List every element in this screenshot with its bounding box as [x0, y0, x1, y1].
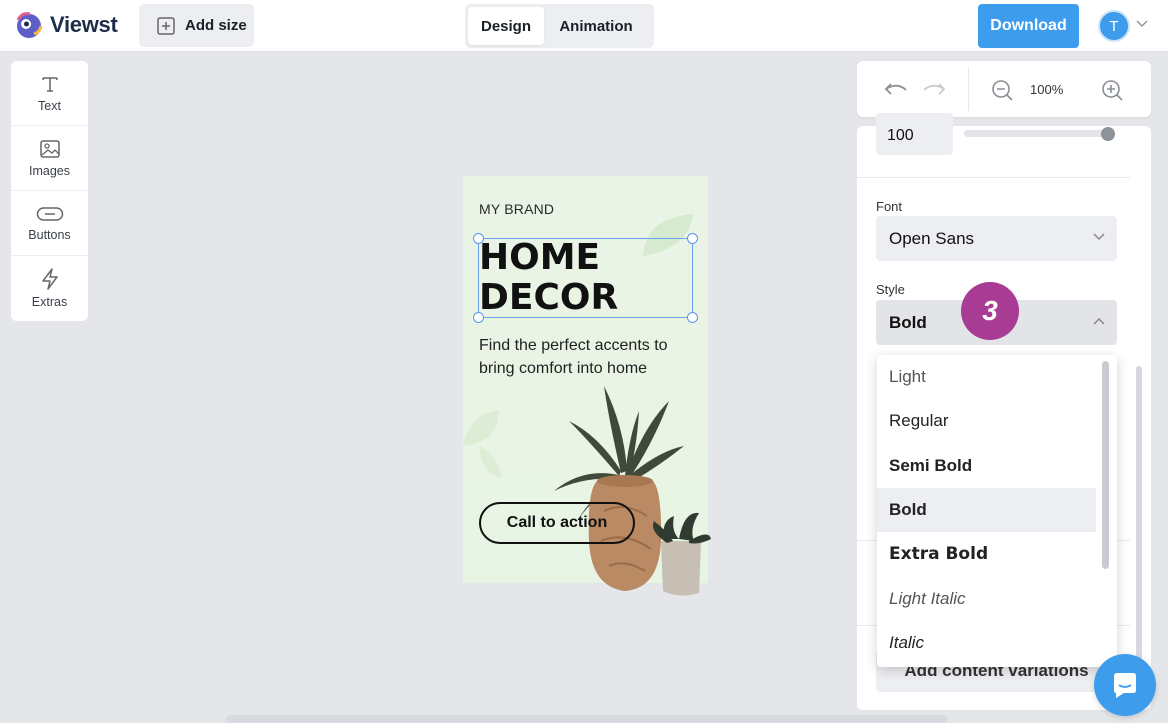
- undo-icon[interactable]: [883, 80, 909, 98]
- cta-button[interactable]: Call to action: [479, 502, 635, 544]
- opacity-input[interactable]: 100: [876, 113, 953, 155]
- horizontal-scrollbar[interactable]: [226, 715, 948, 723]
- artboard[interactable]: MY BRAND HOME DECOR Find the perfect acc…: [463, 176, 711, 596]
- style-option-italic[interactable]: Italic: [877, 621, 1096, 665]
- tool-buttons[interactable]: Buttons: [11, 191, 88, 256]
- lightning-icon: [41, 268, 58, 290]
- viewst-logo-icon: [16, 12, 43, 38]
- font-select[interactable]: Open Sans: [876, 216, 1117, 261]
- opacity-slider[interactable]: [964, 130, 1114, 137]
- app-logo[interactable]: Viewst: [14, 10, 118, 40]
- style-option-extra-bold[interactable]: Extra Bold: [877, 532, 1096, 576]
- tool-text-label: Text: [38, 98, 61, 113]
- add-size-label: Add size: [185, 17, 247, 34]
- style-dropdown: Light Regular Semi Bold Bold Extra Bold …: [877, 355, 1117, 667]
- opacity-slider-knob[interactable]: [1101, 127, 1115, 141]
- tool-buttons-label: Buttons: [28, 227, 71, 242]
- resize-handle-br[interactable]: [687, 312, 698, 323]
- chevron-up-icon: [1093, 317, 1105, 325]
- download-button[interactable]: Download: [978, 4, 1079, 48]
- style-option-regular[interactable]: Regular: [877, 399, 1096, 443]
- tool-images-label: Images: [29, 163, 70, 178]
- chevron-down-icon[interactable]: [1136, 20, 1148, 28]
- font-label: Font: [876, 199, 903, 214]
- chat-button[interactable]: [1094, 654, 1156, 716]
- style-option-semi-bold[interactable]: Semi Bold: [877, 444, 1096, 488]
- zoom-level[interactable]: 100%: [1030, 82, 1063, 97]
- step-badge: 3: [961, 282, 1019, 340]
- leaf-decoration-left: [463, 410, 501, 478]
- style-option-light[interactable]: Light: [877, 355, 1096, 399]
- zoom-divider: [968, 67, 969, 111]
- style-label: Style: [876, 282, 905, 297]
- zoom-toolbar: [857, 61, 1151, 117]
- chat-icon: [1114, 673, 1136, 698]
- tool-images[interactable]: Images: [11, 126, 88, 191]
- image-icon: [39, 139, 60, 158]
- tab-animation[interactable]: Animation: [544, 7, 648, 45]
- redo-icon[interactable]: [921, 80, 947, 98]
- chevron-down-icon: [1093, 233, 1105, 241]
- tool-extras[interactable]: Extras: [11, 256, 88, 321]
- tools-panel: Text Images Buttons Extras: [11, 61, 88, 321]
- font-select-value: Open Sans: [889, 228, 975, 248]
- selection-box: [478, 238, 693, 318]
- plus-square-icon: [157, 16, 175, 35]
- mode-switch: Design Animation: [465, 4, 654, 48]
- resize-handle-tr[interactable]: [687, 233, 698, 244]
- panel-scrollbar[interactable]: [1136, 366, 1142, 666]
- text-icon: [41, 76, 58, 92]
- dropdown-scrollbar[interactable]: [1102, 361, 1109, 569]
- style-option-light-italic[interactable]: Light Italic: [877, 576, 1096, 620]
- section-divider: [857, 177, 1130, 178]
- resize-handle-bl[interactable]: [473, 312, 484, 323]
- button-icon: [36, 206, 63, 221]
- tool-extras-label: Extras: [31, 295, 68, 309]
- plant-image[interactable]: [549, 381, 724, 601]
- zoom-in-icon[interactable]: [1101, 79, 1123, 101]
- tool-text[interactable]: Text: [11, 61, 88, 126]
- style-option-bold[interactable]: Bold: [877, 487, 1096, 533]
- zoom-out-icon[interactable]: [991, 79, 1013, 101]
- subline-text[interactable]: Find the perfect accents to bring comfor…: [479, 334, 699, 380]
- tab-design[interactable]: Design: [468, 7, 544, 45]
- style-select-value: Bold: [889, 312, 927, 332]
- brand-text[interactable]: MY BRAND: [479, 201, 554, 217]
- resize-handle-tl[interactable]: [473, 233, 484, 244]
- app-name: Viewst: [50, 12, 118, 37]
- add-size-button[interactable]: Add size: [139, 4, 254, 47]
- avatar[interactable]: T: [1098, 10, 1130, 42]
- top-bar: Viewst Add size Design Animation Downloa…: [0, 0, 1168, 52]
